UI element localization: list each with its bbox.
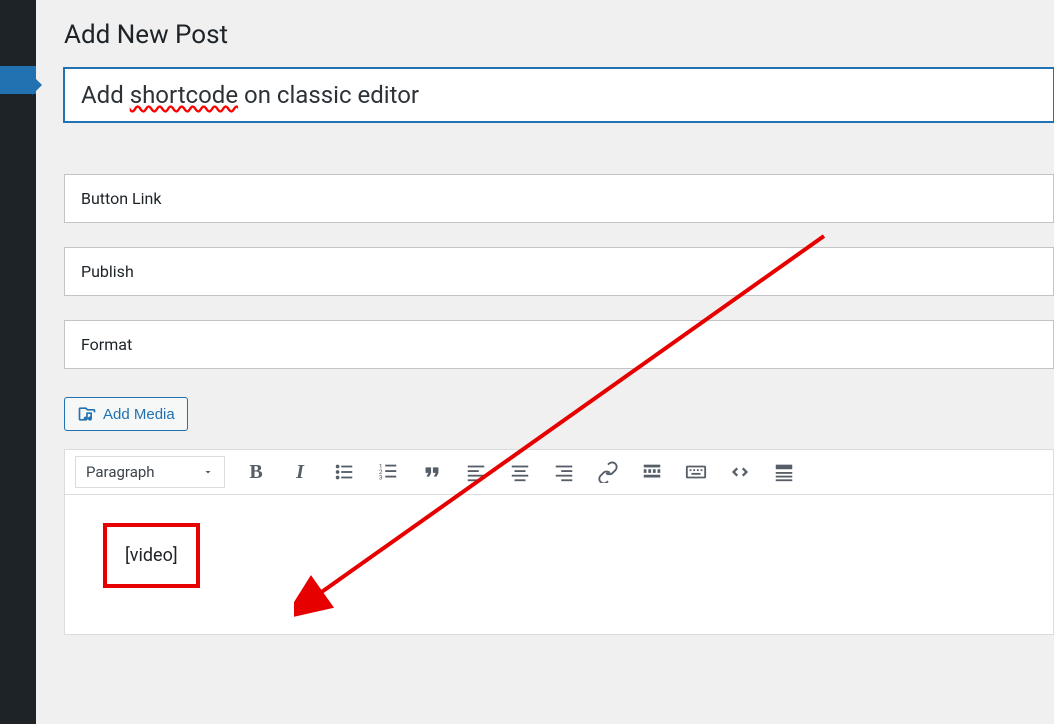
camera-music-icon bbox=[77, 404, 97, 424]
shortcode-text: [video] bbox=[125, 545, 178, 566]
more-button[interactable] bbox=[639, 459, 665, 485]
bullet-list-icon bbox=[333, 461, 355, 483]
meta-box-label: Button Link bbox=[81, 189, 161, 208]
toolbar-toggle-icon bbox=[773, 461, 795, 483]
bold-icon: B bbox=[249, 461, 262, 484]
quote-icon bbox=[421, 461, 443, 483]
editor-toolbar: Paragraph B I 123 bbox=[64, 449, 1054, 495]
italic-icon: I bbox=[296, 461, 304, 484]
read-more-icon bbox=[641, 461, 663, 483]
svg-text:3: 3 bbox=[379, 473, 383, 481]
align-left-button[interactable] bbox=[463, 459, 489, 485]
meta-boxes: Button Link Publish Format bbox=[64, 174, 1054, 369]
title-text-suffix: on classic editor bbox=[238, 81, 419, 109]
toolbar-toggle-button[interactable] bbox=[771, 459, 797, 485]
chevron-down-icon bbox=[202, 466, 214, 478]
shortcode-highlight: [video] bbox=[103, 523, 200, 588]
format-select-value: Paragraph bbox=[86, 463, 155, 481]
number-list-button[interactable]: 123 bbox=[375, 459, 401, 485]
add-media-button[interactable]: Add Media bbox=[64, 397, 188, 431]
quote-button[interactable] bbox=[419, 459, 445, 485]
title-text-prefix: Add bbox=[81, 81, 130, 109]
meta-box-button-link[interactable]: Button Link bbox=[64, 174, 1054, 223]
title-text-spellcheck: shortcode bbox=[130, 81, 238, 109]
format-select[interactable]: Paragraph bbox=[75, 456, 225, 488]
link-icon bbox=[597, 461, 619, 483]
align-right-icon bbox=[553, 461, 575, 483]
align-center-button[interactable] bbox=[507, 459, 533, 485]
main-content: Add New Post Add shortcode on classic ed… bbox=[36, 0, 1054, 724]
keyboard-icon bbox=[685, 461, 707, 483]
meta-box-label: Publish bbox=[81, 262, 134, 281]
sidebar-active-arrow bbox=[32, 75, 42, 95]
align-center-icon bbox=[509, 461, 531, 483]
code-button[interactable] bbox=[727, 459, 753, 485]
bullet-list-button[interactable] bbox=[331, 459, 357, 485]
meta-box-format[interactable]: Format bbox=[64, 320, 1054, 369]
italic-button[interactable]: I bbox=[287, 459, 313, 485]
link-button[interactable] bbox=[595, 459, 621, 485]
number-list-icon: 123 bbox=[377, 461, 399, 483]
code-icon bbox=[729, 461, 751, 483]
page-title: Add New Post bbox=[64, 20, 1054, 50]
add-media-label: Add Media bbox=[103, 406, 175, 423]
align-left-icon bbox=[465, 461, 487, 483]
sidebar-active-item-bg bbox=[0, 66, 36, 94]
align-right-button[interactable] bbox=[551, 459, 577, 485]
admin-sidebar[interactable] bbox=[0, 0, 36, 724]
meta-box-publish[interactable]: Publish bbox=[64, 247, 1054, 296]
keyboard-button[interactable] bbox=[683, 459, 709, 485]
meta-box-label: Format bbox=[81, 335, 132, 354]
post-title-input[interactable]: Add shortcode on classic editor bbox=[64, 68, 1054, 122]
editor-content-area[interactable]: [video] bbox=[64, 495, 1054, 635]
bold-button[interactable]: B bbox=[243, 459, 269, 485]
